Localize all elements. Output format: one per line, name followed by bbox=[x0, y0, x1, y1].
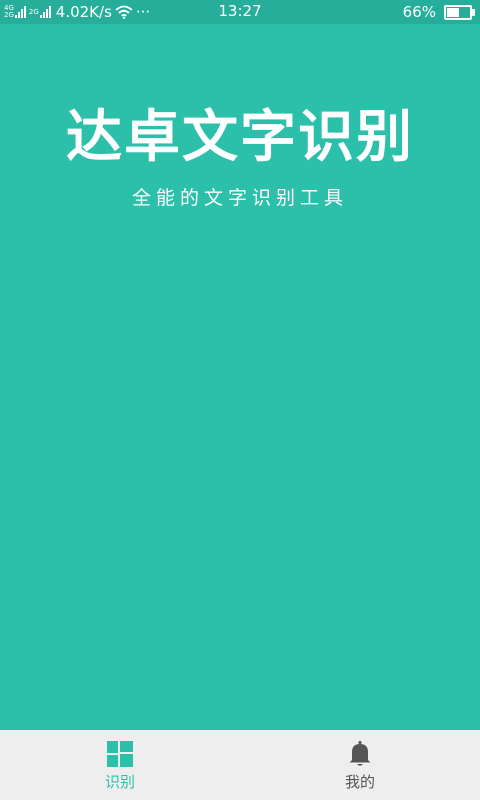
app-title: 达卓文字识别 bbox=[66, 105, 414, 170]
nav-label-recognize: 识别 bbox=[104, 773, 135, 791]
battery-percent: 66% bbox=[402, 3, 436, 21]
nav-label-mine: 我的 bbox=[344, 773, 375, 791]
battery-level-fill bbox=[447, 7, 459, 17]
nav-item-mine[interactable]: 我的 bbox=[240, 730, 480, 800]
status-bar: 4G 2G 2G 4.02K/s ··· 13:27 66% bbox=[0, 0, 480, 24]
status-right-group: 66% bbox=[402, 2, 475, 22]
app-screen: 4G 2G 2G 4.02K/s ··· 13:27 66% 达卓文字识别 全能… bbox=[0, 0, 480, 800]
battery-icon bbox=[444, 4, 475, 20]
nav-item-recognize[interactable]: 识别 bbox=[0, 730, 240, 800]
bottom-nav: 识别 我的 bbox=[0, 730, 480, 800]
bell-icon bbox=[348, 741, 372, 767]
app-subtitle: 全能的文字识别工具 bbox=[131, 187, 348, 209]
dashboard-icon bbox=[107, 741, 133, 767]
